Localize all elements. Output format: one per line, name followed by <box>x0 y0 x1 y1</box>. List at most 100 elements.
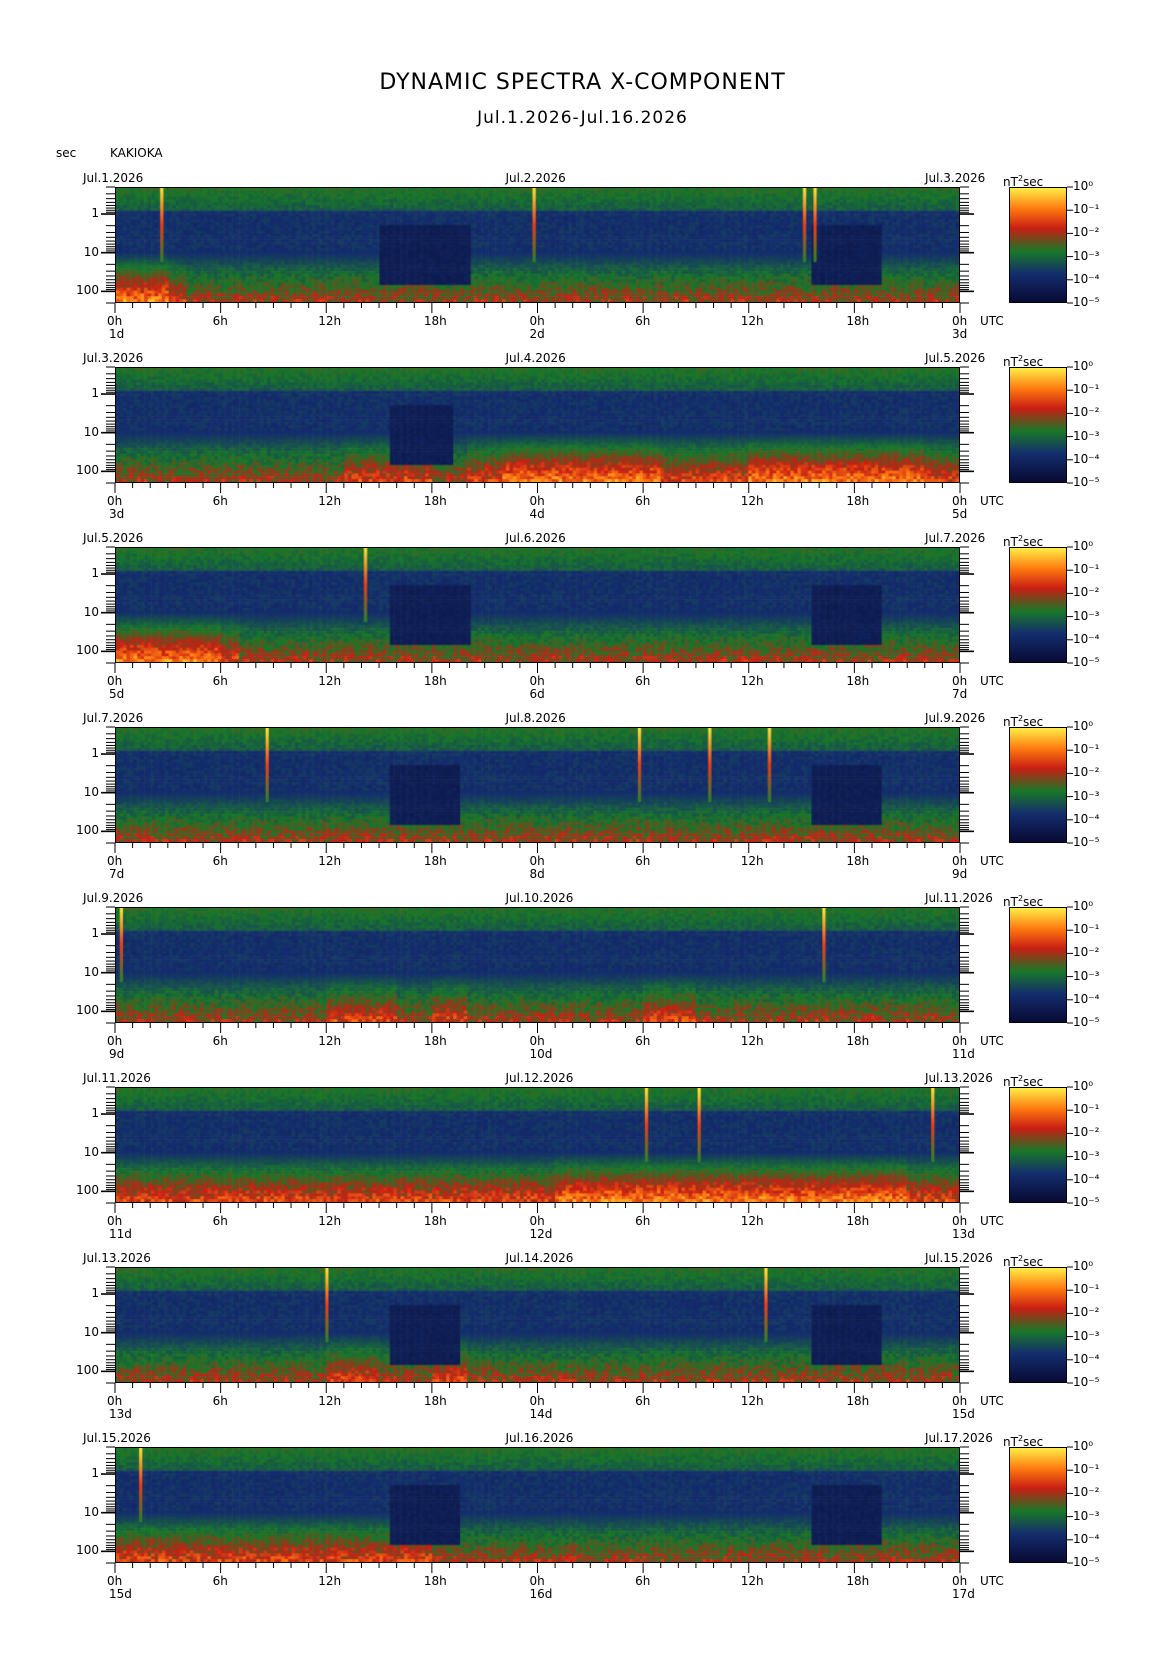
colorbar-tick-label: 10⁻⁴ <box>1073 1531 1100 1546</box>
colorbar-tick-label: 10⁻³ <box>1073 428 1100 443</box>
panel-date-left: Jul.11.2026 <box>83 1071 151 1085</box>
y-tick-label: 100 <box>76 823 99 838</box>
day-label-right: 15d <box>952 1407 975 1421</box>
x-tick-label: 18h <box>846 854 870 868</box>
x-tick-label: 6h <box>635 1214 651 1228</box>
y-tick-label: 1 <box>91 1106 99 1121</box>
colorbar-tick-label: 10⁻¹ <box>1073 382 1100 397</box>
colorbar <box>1009 187 1067 303</box>
colorbar-tick-label: 10⁻⁵ <box>1073 1375 1100 1389</box>
spectra-stack: Jul.1.2026 Jul.2.2026 Jul.3.2026 nT2sec 1 10 1… <box>0 0 1165 1679</box>
utc-label: UTC <box>980 1214 1004 1228</box>
panel-date-mid: Jul.8.2026 <box>505 711 566 725</box>
panel-date-right: Jul.9.2026 <box>925 711 986 725</box>
colorbar-tick-label: 10⁻² <box>1073 765 1100 780</box>
x-tick-label: 18h <box>423 1214 447 1228</box>
panel-date-right: Jul.15.2026 <box>925 1251 993 1265</box>
colorbar-tick-label: 10⁰ <box>1073 1079 1094 1093</box>
colorbar-tick-label: 10⁻⁵ <box>1073 475 1100 489</box>
colorbar-tick-label: 10⁻⁵ <box>1073 655 1100 669</box>
x-tick-label: 12h <box>318 854 342 868</box>
colorbar-tick-label: 10⁻⁴ <box>1073 1171 1100 1186</box>
y-tick-label: 100 <box>76 1003 99 1018</box>
spectrogram-panel: Jul.11.2026 Jul.12.2026 Jul.13.2026 nT2sec 1… <box>0 1072 1165 1267</box>
x-tick-label: 12h <box>740 494 764 508</box>
panel-date-mid: Jul.14.2026 <box>505 1251 574 1265</box>
y-tick-label: 100 <box>76 1183 99 1198</box>
y-tick-label: 100 <box>76 463 99 478</box>
spectrogram-panel: Jul.9.2026 Jul.10.2026 Jul.11.2026 nT2sec 1 1… <box>0 892 1165 1087</box>
x-tick-label: 6h <box>635 1394 651 1408</box>
panel-date-right: Jul.13.2026 <box>925 1071 993 1085</box>
x-tick-label: 12h <box>318 494 342 508</box>
colorbar-tick-label: 10⁻² <box>1073 405 1100 420</box>
y-tick-label: 10 <box>83 784 99 799</box>
panel-date-mid: Jul.2.2026 <box>505 171 566 185</box>
utc-label: UTC <box>980 674 1004 688</box>
x-tick-label: 12h <box>740 314 764 328</box>
axis-ticks <box>101 1086 1073 1213</box>
colorbar <box>1009 547 1067 663</box>
x-tick-label: 12h <box>740 1574 764 1588</box>
day-label-mid: 8d <box>529 867 545 881</box>
day-label-left: 5d <box>109 687 125 701</box>
y-tick-label: 10 <box>83 1504 99 1519</box>
x-tick-label: 6h <box>212 314 228 328</box>
colorbar <box>1009 1447 1067 1563</box>
y-tick-label: 1 <box>91 926 99 941</box>
panel-date-right: Jul.3.2026 <box>925 171 986 185</box>
x-tick-label: 12h <box>318 1214 342 1228</box>
x-tick-label: 12h <box>740 1214 764 1228</box>
colorbar-tick-label: 10⁻¹ <box>1073 1282 1100 1297</box>
x-tick-label: 18h <box>423 1034 447 1048</box>
x-tick-label: 6h <box>212 494 228 508</box>
colorbar <box>1009 1267 1067 1383</box>
x-tick-label: 6h <box>635 854 651 868</box>
colorbar <box>1009 907 1067 1023</box>
panel-date-mid: Jul.16.2026 <box>505 1431 574 1445</box>
utc-label: UTC <box>980 1394 1004 1408</box>
colorbar-tick-label: 10⁰ <box>1073 179 1094 193</box>
panel-date-left: Jul.3.2026 <box>83 351 144 365</box>
panel-date-right: Jul.11.2026 <box>925 891 993 905</box>
spectrogram-panel: Jul.7.2026 Jul.8.2026 Jul.9.2026 nT2sec 1 10 1… <box>0 712 1165 907</box>
day-label-right: 3d <box>952 327 968 341</box>
utc-label: UTC <box>980 494 1004 508</box>
x-tick-label: 12h <box>740 854 764 868</box>
colorbar-tick-label: 10⁰ <box>1073 1439 1094 1453</box>
x-tick-label: 6h <box>212 1214 228 1228</box>
y-tick-label: 1 <box>91 1466 99 1481</box>
colorbar-tick-label: 10⁻² <box>1073 1305 1100 1320</box>
colorbar-tick-label: 10⁻⁵ <box>1073 295 1100 309</box>
axis-ticks <box>101 906 1073 1033</box>
colorbar-tick-label: 10⁻⁴ <box>1073 1351 1100 1366</box>
x-tick-label: 6h <box>212 674 228 688</box>
spectrogram-panel: Jul.13.2026 Jul.14.2026 Jul.15.2026 nT2sec 1… <box>0 1252 1165 1447</box>
y-tick-label: 1 <box>91 206 99 221</box>
spectrogram-panel: Jul.5.2026 Jul.6.2026 Jul.7.2026 nT2sec 1 10 1… <box>0 532 1165 727</box>
colorbar-tick-label: 10⁻³ <box>1073 248 1100 263</box>
colorbar-tick-label: 10⁰ <box>1073 539 1094 553</box>
y-tick-label: 10 <box>83 964 99 979</box>
panel-date-left: Jul.13.2026 <box>83 1251 151 1265</box>
day-label-left: 9d <box>109 1047 125 1061</box>
colorbar-tick-label: 10⁻² <box>1073 225 1100 240</box>
utc-label: UTC <box>980 1034 1004 1048</box>
colorbar <box>1009 727 1067 843</box>
day-label-mid: 6d <box>529 687 545 701</box>
y-tick-label: 10 <box>83 604 99 619</box>
colorbar-tick-label: 10⁻⁵ <box>1073 1555 1100 1569</box>
x-tick-label: 6h <box>635 1574 651 1588</box>
x-tick-label: 18h <box>423 854 447 868</box>
day-label-left: 11d <box>109 1227 132 1241</box>
panel-date-left: Jul.5.2026 <box>83 531 144 545</box>
colorbar-tick-label: 10⁰ <box>1073 719 1094 733</box>
day-label-right: 11d <box>952 1047 975 1061</box>
utc-label: UTC <box>980 314 1004 328</box>
day-label-left: 7d <box>109 867 125 881</box>
x-tick-label: 6h <box>635 494 651 508</box>
y-tick-label: 1 <box>91 746 99 761</box>
x-tick-label: 18h <box>846 1034 870 1048</box>
x-tick-label: 12h <box>318 314 342 328</box>
colorbar-tick-label: 10⁻⁵ <box>1073 1015 1100 1029</box>
